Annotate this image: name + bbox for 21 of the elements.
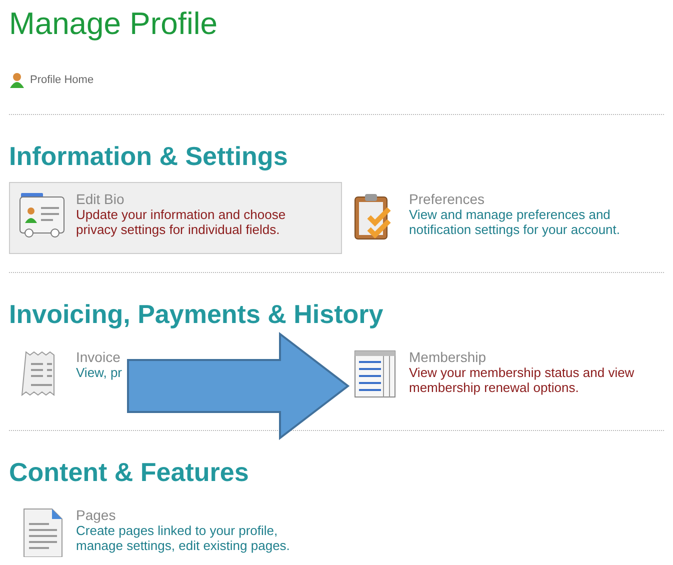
item-title: Preferences [409,191,486,207]
item-description: Create pages linked to your profile, manage settings, edit existing pages. [76,523,291,553]
item-description: View your membership status and view membership renewal options. [409,365,636,395]
user-icon [9,72,25,88]
item-title: Invoice [76,349,122,365]
breadcrumb-link[interactable]: Profile Home [30,74,94,86]
menu-item[interactable]: Invoice View, pr [9,340,126,412]
section-heading: Invoicing, Payments & History [9,299,384,330]
menu-item[interactable]: Membership View your membership status and view membership renewal options. [342,340,657,412]
item-title: Edit Bio [76,191,126,207]
menu-item[interactable]: Edit Bio Update your information and choose privacy settings for individual fields. [9,182,342,254]
item-title: Membership [409,349,488,365]
page-title: Manage Profile [9,6,219,42]
item-description: View, pr [76,365,122,380]
menu-item[interactable]: Pages Create pages linked to your profile, manage settings, edit existing pages. [9,498,324,565]
item-title: Pages [76,507,117,523]
section-heading: Content & Features [9,457,250,488]
item-description: Update your information and choose privacy settings for individual fields. [76,207,287,237]
menu-item[interactable]: Preferences View and manage preferences and notification settings for your account. [342,182,657,254]
section-heading: Information & Settings [9,141,289,172]
item-description: View and manage preferences and notification settings for your account. [409,207,622,237]
